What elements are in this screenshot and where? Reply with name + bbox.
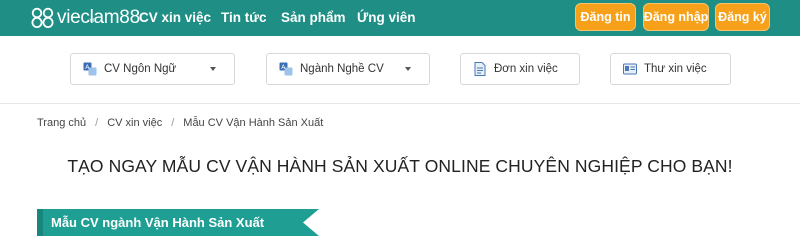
cv-industry-dropdown[interactable]: A Ngành Nghề CV (266, 53, 430, 85)
breadcrumb-current: Mẫu CV Vận Hành Sản Xuất (183, 117, 324, 129)
post-job-button[interactable]: Đăng tin (575, 3, 636, 31)
cover-letter-link[interactable]: Thư xin việc (610, 53, 731, 85)
site-logo[interactable]: vieclam88 (31, 6, 140, 30)
top-navbar: vieclam88 .vn CV xin việc Tin tức Sản ph… (0, 0, 800, 36)
application-form-label: Đơn xin việc (494, 63, 558, 75)
document-icon (474, 62, 486, 76)
login-button[interactable]: Đăng nhập (643, 3, 709, 31)
cv-filter-bar: A CV Ngôn Ngữ A Ngành Nghề CV Đơn xin vi… (0, 36, 800, 104)
cover-letter-label: Thư xin việc (644, 63, 707, 75)
section-ribbon: Mẫu CV ngành Vận Hành Sản Xuất (37, 209, 319, 236)
section-ribbon-label: Mẫu CV ngành Vận Hành Sản Xuất (51, 215, 265, 230)
nav-san-pham[interactable]: Sản phẩm (281, 10, 346, 26)
breadcrumb-cv-xin-viec[interactable]: CV xin việc (107, 117, 162, 129)
chevron-down-icon (210, 67, 216, 71)
logo-suffix: .vn (88, 18, 97, 24)
cv-language-label: CV Ngôn Ngữ (104, 63, 177, 75)
translate-icon: A (279, 62, 293, 76)
nav-cv-xin-viec[interactable]: CV xin việc (139, 10, 211, 26)
breadcrumb-separator: / (171, 117, 175, 129)
breadcrumb: Trang chủ / CV xin việc / Mẫu CV Vận Hàn… (37, 117, 323, 129)
nav-tin-tuc[interactable]: Tin tức (221, 10, 267, 26)
logo-icon (31, 7, 54, 28)
cv-language-dropdown[interactable]: A CV Ngôn Ngữ (70, 53, 235, 85)
breadcrumb-home[interactable]: Trang chủ (37, 117, 86, 129)
register-button[interactable]: Đăng ký (715, 3, 770, 31)
translate-icon: A (83, 62, 97, 76)
id-card-icon (623, 63, 637, 75)
breadcrumb-separator: / (95, 117, 99, 129)
application-form-link[interactable]: Đơn xin việc (460, 53, 580, 85)
cv-industry-label: Ngành Nghề CV (300, 63, 384, 75)
logo-text: vieclam88 (57, 7, 140, 28)
page-title: TẠO NGAY MẪU CV VẬN HÀNH SẢN XUẤT ONLINE… (67, 156, 733, 176)
nav-ung-vien[interactable]: Ứng viên (357, 10, 415, 26)
chevron-down-icon (405, 67, 411, 71)
